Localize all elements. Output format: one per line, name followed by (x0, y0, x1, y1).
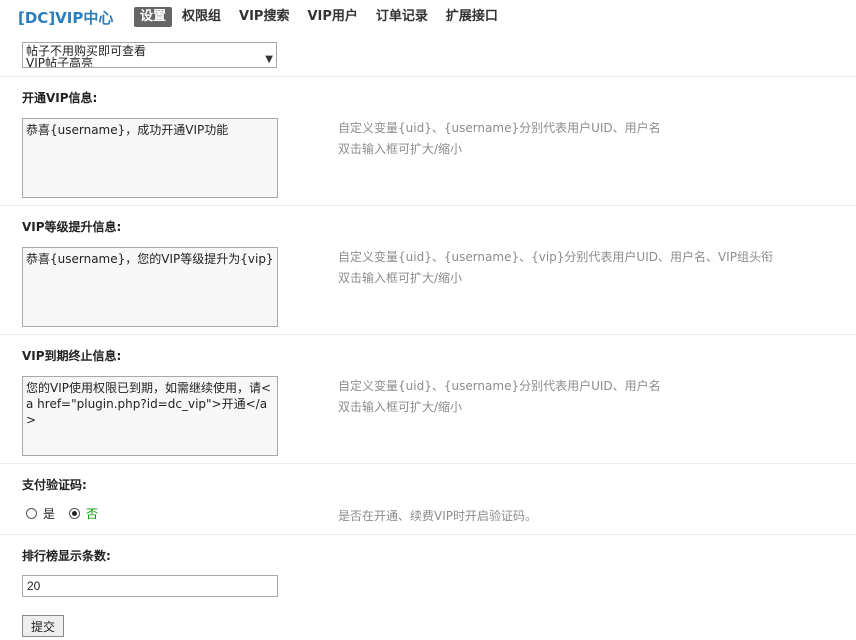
row-divider (0, 463, 856, 464)
tab-vip-users[interactable]: VIP用户 (307, 7, 357, 27)
submit-button[interactable]: 提交 (22, 615, 64, 637)
expire-tip-line: 双击输入框可扩大/缩小 (338, 400, 463, 414)
row-divider (0, 205, 856, 206)
captcha-yes-label[interactable]: 是 (43, 505, 55, 522)
pay-captcha-label: 支付验证码: (22, 478, 87, 492)
rank-count-label: 排行榜显示条数: (22, 549, 111, 563)
captcha-no-label[interactable]: 否 (86, 505, 98, 522)
open-vip-label: 开通VIP信息: (22, 91, 98, 105)
tab-settings[interactable]: 设置 (134, 7, 173, 27)
app-title[interactable]: [DC]VIP中心 (18, 7, 113, 28)
open-vip-tip-line: 自定义变量{uid}、{username}分别代表用户UID、用户名 (338, 121, 661, 135)
tab-extension-api[interactable]: 扩展接口 (446, 7, 498, 27)
expire-tip: 自定义变量{uid}、{username}分别代表用户UID、用户名 双击输入框… (338, 376, 661, 418)
top-bar: [DC]VIP中心 设置 权限组 VIP搜索 VIP用户 订单记录 扩展接口 (0, 0, 856, 34)
rank-count-input[interactable] (22, 575, 278, 597)
open-vip-tip-line: 双击输入框可扩大/缩小 (338, 142, 463, 156)
captcha-no-radio[interactable] (69, 508, 81, 519)
level-up-message-field[interactable]: 恭喜{username}，您的VIP等级提升为{vip} (22, 247, 278, 327)
select-option[interactable]: VIP帖子高亮 (23, 57, 276, 67)
tab-order-records[interactable]: 订单记录 (376, 7, 428, 27)
main-nav: 设置 权限组 VIP搜索 VIP用户 订单记录 扩展接口 (134, 7, 516, 27)
expire-label: VIP到期终止信息: (22, 349, 122, 363)
vip-features-select[interactable]: 帖子不用购买即可查看 VIP帖子高亮 ▼ (22, 42, 277, 68)
level-up-tip-line: 自定义变量{uid}、{username}、{vip}分别代表用户UID、用户名… (338, 250, 773, 264)
pay-captcha-radio-group: 是 否 (26, 505, 112, 522)
expire-message-field[interactable]: 您的VIP使用权限已到期，如需继续使用，请<a href="plugin.php… (22, 376, 278, 456)
tab-vip-search[interactable]: VIP搜索 (239, 7, 289, 27)
open-vip-tip: 自定义变量{uid}、{username}分别代表用户UID、用户名 双击输入框… (338, 118, 661, 160)
tab-permission-groups[interactable]: 权限组 (182, 7, 221, 27)
expire-tip-line: 自定义变量{uid}、{username}分别代表用户UID、用户名 (338, 379, 661, 393)
level-up-tip-line: 双击输入框可扩大/缩小 (338, 271, 463, 285)
row-divider (0, 76, 856, 77)
row-divider (0, 534, 856, 535)
captcha-yes-radio[interactable] (26, 508, 37, 519)
open-vip-message-field[interactable]: 恭喜{username}，成功开通VIP功能 (22, 118, 278, 198)
level-up-tip: 自定义变量{uid}、{username}、{vip}分别代表用户UID、用户名… (338, 247, 773, 289)
chevron-down-icon[interactable]: ▼ (265, 54, 273, 65)
level-up-label: VIP等级提升信息: (22, 220, 122, 234)
pay-captcha-tip: 是否在开通、续费VIP时开启验证码。 (338, 509, 537, 523)
row-divider (0, 334, 856, 335)
